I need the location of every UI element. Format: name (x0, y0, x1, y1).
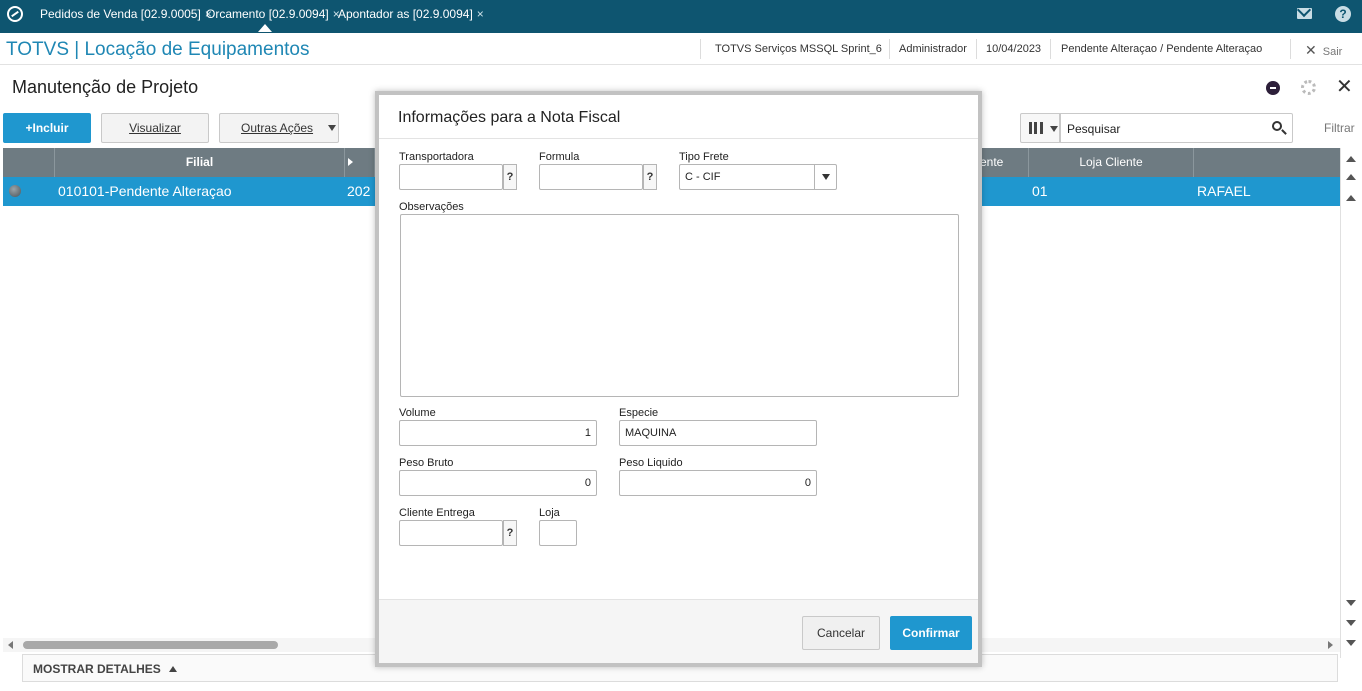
observacoes-textarea[interactable] (400, 214, 959, 397)
vertical-scrollbar[interactable] (1340, 148, 1360, 658)
formula-label: Formula (539, 151, 580, 163)
help-icon[interactable]: ? (1335, 6, 1351, 22)
grid-header-filial[interactable]: Filial (55, 148, 345, 177)
columns-icon (1029, 122, 1043, 134)
header-divider (889, 39, 890, 59)
header-divider (1050, 39, 1051, 59)
chevron-right-icon (348, 158, 353, 166)
app-logo-icon[interactable] (7, 6, 23, 22)
tab-label: Pedidos de Venda [02.9.0005] (40, 7, 201, 21)
dialog-title: Informações para a Nota Fiscal (398, 109, 621, 126)
tipo-frete-label: Tipo Frete (679, 151, 729, 163)
confirm-button[interactable]: Confirmar (890, 616, 972, 650)
environment-label: TOTVS Serviços MSSQL Sprint_6 (715, 43, 882, 55)
other-actions-button[interactable]: Outras Ações (219, 113, 339, 143)
status-label: Pendente Alteraçao / Pendente Alteraçao (1061, 43, 1263, 55)
peso-liquido-field[interactable]: 0 (619, 470, 817, 496)
header-divider (976, 39, 977, 59)
transportadora-field[interactable] (399, 164, 503, 190)
especie-field[interactable]: MAQUINA (619, 420, 817, 446)
app-title: TOTVS | Locação de Equipamentos (6, 39, 310, 60)
tab-label: Apontador as [02.9.0094] (338, 7, 473, 21)
loja-label: Loja (539, 507, 560, 519)
scroll-top-icon[interactable] (1346, 156, 1356, 162)
other-actions-label: Outras Ações (241, 121, 314, 135)
scroll-left-icon[interactable] (8, 641, 13, 649)
show-details-toggle[interactable]: MOSTRAR DETALHES (33, 662, 177, 676)
volume-label: Volume (399, 407, 436, 419)
exit-label: Sair (1322, 46, 1343, 58)
formula-field[interactable] (539, 164, 643, 190)
row-partial: 202 (347, 183, 371, 199)
horizontal-scroll-thumb[interactable] (23, 641, 278, 649)
volume-field[interactable]: 1 (399, 420, 597, 446)
observacoes-label: Observações (399, 201, 464, 213)
gear-icon[interactable] (1301, 80, 1316, 95)
cliente-entrega-lookup-button[interactable]: ? (503, 520, 517, 546)
scroll-right-icon[interactable] (1328, 641, 1333, 649)
cancel-button[interactable]: Cancelar (802, 616, 880, 650)
tab-pedidos-de-venda[interactable]: Pedidos de Venda [02.9.0005] × (40, 0, 212, 28)
close-icon: ✕ (1305, 42, 1317, 58)
chevron-down-icon (1050, 126, 1058, 132)
search-icon[interactable] (1272, 121, 1282, 131)
search-input[interactable]: Pesquisar (1060, 113, 1293, 143)
page-title: Manutenção de Projeto (12, 77, 199, 97)
top-tab-bar: Pedidos de Venda [02.9.0005] × Orcamento … (0, 0, 1362, 33)
tipo-frete-dropdown-button[interactable] (814, 164, 836, 190)
nota-fiscal-dialog: Informações para a Nota Fiscal Transport… (375, 91, 982, 667)
filter-button[interactable]: Filtrar (1324, 121, 1355, 135)
app-header: TOTVS | Locação de Equipamentos TOTVS Se… (0, 33, 1362, 65)
peso-liquido-label: Peso Liquido (619, 457, 683, 469)
grid-header-nome[interactable] (1194, 148, 1340, 177)
tipo-frete-value: C - CIF (685, 171, 721, 183)
peso-bruto-label: Peso Bruto (399, 457, 454, 469)
scroll-page-up-icon[interactable] (1346, 174, 1356, 180)
grid-header-status (3, 148, 55, 177)
row-filial: 010101-Pendente Alteraçao (58, 183, 232, 199)
tab-label: Orcamento [02.9.0094] (206, 7, 329, 21)
dialog-divider (379, 138, 978, 139)
chevron-up-icon (168, 666, 177, 672)
scroll-bottom-icon[interactable] (1346, 640, 1356, 646)
transportadora-lookup-button[interactable]: ? (503, 164, 517, 190)
chevron-down-icon (822, 174, 830, 180)
formula-lookup-button[interactable]: ? (643, 164, 657, 190)
especie-label: Especie (619, 407, 659, 419)
transportadora-label: Transportadora (399, 151, 474, 163)
columns-button[interactable] (1020, 113, 1060, 143)
cliente-entrega-label: Cliente Entrega (399, 507, 475, 519)
date-label: 10/04/2023 (986, 43, 1042, 55)
grid-header-cliente[interactable]: ente (980, 148, 1029, 177)
include-button[interactable]: +Incluir (3, 113, 91, 143)
row-loja: 01 (1032, 183, 1048, 199)
active-tab-indicator (258, 24, 272, 32)
dialog-footer (379, 599, 978, 663)
view-label: Visualizar (129, 121, 181, 135)
status-dot-icon (9, 185, 21, 197)
close-icon[interactable]: × (477, 7, 484, 21)
header-divider (1290, 39, 1291, 59)
tab-apontador[interactable]: Apontador as [02.9.0094] × (338, 0, 484, 28)
grid-header-loja-cliente[interactable]: Loja Cliente (1029, 148, 1194, 177)
mail-icon[interactable] (1297, 8, 1312, 19)
cliente-entrega-field[interactable] (399, 520, 503, 546)
scroll-page-down-icon[interactable] (1346, 620, 1356, 626)
tab-orcamento[interactable]: Orcamento [02.9.0094] × (206, 0, 340, 28)
scroll-down-icon[interactable] (1346, 600, 1356, 606)
minus-circle-icon[interactable] (1266, 81, 1280, 95)
row-cliente: RAFAEL (1197, 183, 1251, 199)
chevron-down-icon (328, 125, 336, 131)
show-details-label: MOSTRAR DETALHES (33, 662, 161, 676)
view-button[interactable]: Visualizar (101, 113, 209, 143)
user-label: Administrador (899, 43, 967, 55)
scroll-up-icon[interactable] (1346, 195, 1356, 201)
header-divider (700, 39, 701, 59)
close-icon[interactable]: ✕ (1336, 76, 1353, 98)
exit-button[interactable]: ✕ Sair (1305, 42, 1342, 59)
loja-field[interactable] (539, 520, 577, 546)
peso-bruto-field[interactable]: 0 (399, 470, 597, 496)
